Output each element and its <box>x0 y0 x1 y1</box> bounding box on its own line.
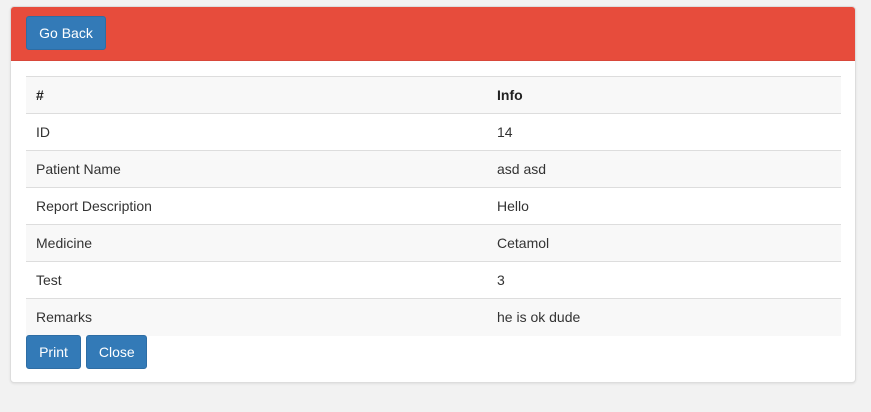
action-buttons: Print Close <box>26 335 147 369</box>
table-row: Test 3 <box>26 261 841 299</box>
row-label: Remarks <box>26 298 487 336</box>
row-label: Report Description <box>26 187 487 225</box>
report-table-container: # Info ID 14 Patient Name asd asd Report… <box>26 76 841 336</box>
row-value: Cetamol <box>487 224 841 262</box>
row-value: asd asd <box>487 150 841 188</box>
go-back-button[interactable]: Go Back <box>26 16 106 50</box>
row-value: Hello <box>487 187 841 225</box>
report-table: # Info ID 14 Patient Name asd asd Report… <box>26 76 841 336</box>
row-value: 3 <box>487 261 841 299</box>
close-button[interactable]: Close <box>85 335 147 369</box>
row-label: Patient Name <box>26 150 487 188</box>
table-row: Patient Name asd asd <box>26 150 841 188</box>
row-value: 14 <box>487 113 841 151</box>
table-header-row: # Info <box>26 76 841 114</box>
row-label: ID <box>26 113 487 151</box>
report-panel: Go Back # Info ID 14 Patient Name asd as… <box>10 6 856 383</box>
panel-header: Go Back <box>11 7 855 61</box>
column-header-info: Info <box>487 76 841 114</box>
table-row: Remarks he is ok dude <box>26 298 841 336</box>
row-label: Medicine <box>26 224 487 262</box>
row-value: he is ok dude <box>487 298 841 336</box>
table-row: Report Description Hello <box>26 187 841 225</box>
row-label: Test <box>26 261 487 299</box>
column-header-number: # <box>26 76 487 114</box>
table-row: ID 14 <box>26 113 841 151</box>
print-button[interactable]: Print <box>26 335 81 369</box>
table-row: Medicine Cetamol <box>26 224 841 262</box>
